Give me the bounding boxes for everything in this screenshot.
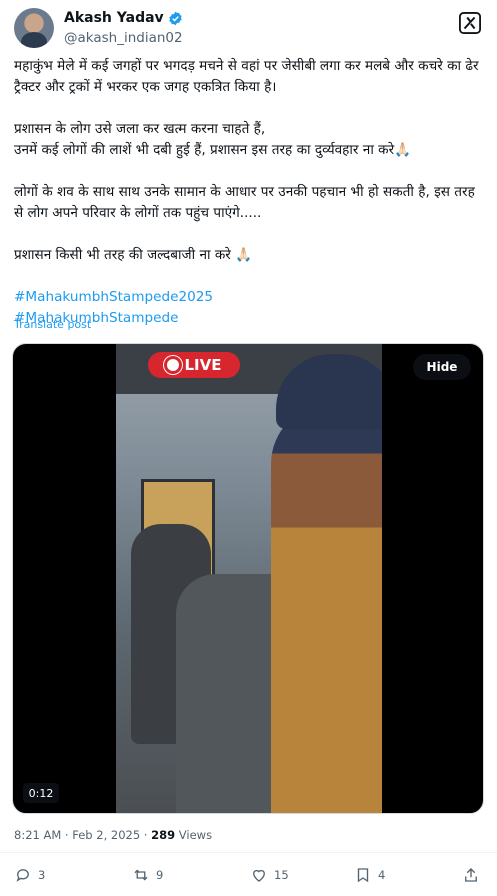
repost-button[interactable]: 9	[132, 866, 163, 884]
grok-icon[interactable]	[459, 12, 481, 34]
post-paragraph-3: लोगों के शव के साथ साथ उनके सामान के आधा…	[14, 184, 475, 221]
hide-button[interactable]: Hide	[413, 354, 471, 380]
author-name[interactable]: Akash Yadav	[64, 10, 164, 26]
heart-icon	[253, 869, 265, 882]
hashtag-link[interactable]: #MahakumbhStampede2025	[14, 287, 484, 308]
like-button[interactable]: 15	[250, 866, 289, 884]
video-frame: LIVE	[116, 344, 382, 813]
reply-button[interactable]: 3	[14, 866, 45, 884]
views-label: Views	[175, 828, 213, 842]
share-icon	[465, 868, 477, 882]
bookmark-count: 4	[378, 868, 386, 882]
post-paragraph-1: महाकुंभ मेले में कई जगहों पर भगदड़ मचने …	[14, 58, 479, 95]
translate-post-link[interactable]: Translate post	[14, 318, 91, 331]
live-badge: LIVE	[148, 352, 240, 378]
post-timestamp[interactable]: 8:21 AM · Feb 2, 2025 ·	[14, 828, 151, 842]
verified-badge-icon	[168, 11, 182, 25]
action-bar: 3 9 15 4	[14, 866, 484, 888]
bookmark-icon	[357, 868, 369, 883]
video-player[interactable]: LIVE Hide 0:12	[12, 343, 484, 814]
views-count: 289	[151, 828, 176, 842]
post-paragraph-2: प्रशासन के लोग उसे जला कर खत्म करना चाहत…	[14, 121, 412, 158]
repost-icon	[134, 869, 148, 881]
like-count: 15	[274, 868, 289, 882]
avatar[interactable]	[14, 8, 54, 48]
video-timer: 0:12	[23, 783, 59, 803]
reply-count: 3	[38, 868, 46, 882]
post-meta: 8:21 AM · Feb 2, 2025 · 289 Views	[14, 828, 212, 842]
reply-icon	[16, 869, 29, 882]
share-button[interactable]	[462, 866, 480, 884]
post-paragraph-4: प्रशासन किसी भी तरह की जल्दबाजी ना करे 🙏…	[14, 247, 253, 263]
bookmark-button[interactable]: 4	[354, 866, 385, 884]
repost-count: 9	[156, 868, 164, 882]
live-dot-icon	[166, 359, 179, 371]
author-handle[interactable]: @akash_indian02	[64, 30, 183, 46]
post-header: Akash Yadav @akash_indian02	[14, 8, 483, 52]
divider	[0, 852, 497, 853]
post-text: महाकुंभ मेले में कई जगहों पर भगदड़ मचने …	[14, 56, 484, 329]
author-name-row: Akash Yadav	[64, 10, 183, 26]
live-label: LIVE	[184, 356, 222, 374]
